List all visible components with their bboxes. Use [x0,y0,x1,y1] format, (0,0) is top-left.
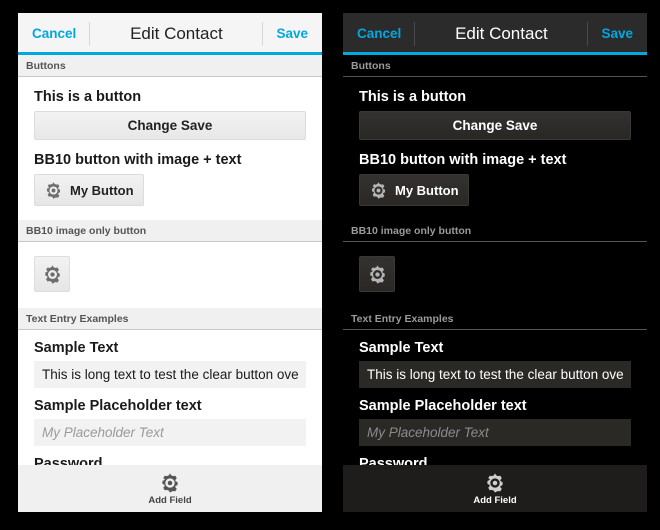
section-header-text-entry: Text Entry Examples [18,308,322,330]
change-save-button[interactable]: Change Save [34,111,306,140]
gear-icon [42,264,63,285]
add-field-button[interactable]: Add Field [18,465,322,512]
sample-text-input[interactable]: This is long text to test the clear butt… [359,361,631,388]
section-header-image-only: BB10 image only button [343,220,647,242]
gear-image-only-button[interactable] [359,256,395,292]
sample-placeholder-label: Sample Placeholder text [359,398,527,414]
add-field-button[interactable]: Add Field [343,465,647,512]
gear-icon [159,472,181,494]
my-button[interactable]: My Button [34,174,144,206]
light-theme-panel: Cancel Edit Contact Save Buttons This is… [18,13,322,512]
section-header-buttons: Buttons [343,55,647,77]
cancel-button[interactable]: Cancel [18,13,91,55]
my-button-label: My Button [70,182,134,198]
sample-placeholder-input[interactable]: My Placeholder Text [34,419,306,446]
page-title: Edit Contact [130,24,223,43]
image-only-section [18,242,322,308]
image-text-button-label: BB10 button with image + text [359,152,567,168]
buttons-section: This is a button Change Save BB10 button… [18,77,322,220]
gear-icon [484,472,506,494]
gear-icon [369,181,388,200]
screenshot-stage: Cancel Edit Contact Save Buttons This is… [0,0,660,530]
section-header-image-only: BB10 image only button [18,220,322,242]
image-text-button-label: BB10 button with image + text [34,152,242,168]
this-is-a-button-label: This is a button [359,89,467,105]
my-button[interactable]: My Button [359,174,469,206]
section-header-text-entry: Text Entry Examples [343,308,647,330]
cancel-button[interactable]: Cancel [343,13,416,55]
title-bar: Cancel Edit Contact Save [18,13,322,55]
add-field-label: Add Field [473,494,517,506]
add-field-label: Add Field [148,494,192,506]
text-entry-section: Sample Text This is long text to test th… [343,330,647,477]
sample-placeholder-label: Sample Placeholder text [34,398,202,414]
sample-text-label: Sample Text [359,340,444,356]
change-save-button[interactable]: Change Save [359,111,631,140]
my-button-label: My Button [395,182,459,198]
sample-text-label: Sample Text [34,340,119,356]
this-is-a-button-label: This is a button [34,89,142,105]
save-button[interactable]: Save [587,13,647,55]
save-button[interactable]: Save [262,13,322,55]
gear-image-only-button[interactable] [34,256,70,292]
dark-theme-panel: Cancel Edit Contact Save Buttons This is… [343,13,647,512]
gear-icon [367,264,388,285]
image-only-section [343,242,647,308]
gear-icon [44,181,63,200]
page-title: Edit Contact [455,24,548,43]
title-bar: Cancel Edit Contact Save [343,13,647,55]
text-entry-section: Sample Text This is long text to test th… [18,330,322,477]
buttons-section: This is a button Change Save BB10 button… [343,77,647,220]
sample-text-input[interactable]: This is long text to test the clear butt… [34,361,306,388]
section-header-buttons: Buttons [18,55,322,77]
sample-placeholder-input[interactable]: My Placeholder Text [359,419,631,446]
